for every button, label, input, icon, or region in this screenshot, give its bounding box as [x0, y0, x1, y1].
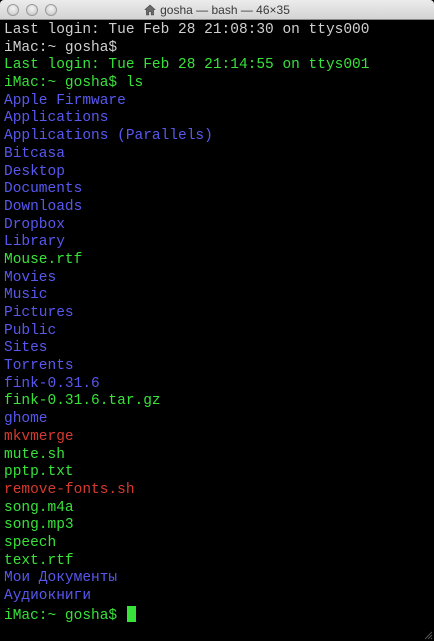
terminal-line: Applications — [4, 110, 109, 127]
terminal-line: fink-0.31.6.tar.gz — [4, 393, 161, 410]
terminal-line: song.m4a — [4, 499, 74, 516]
terminal-window: gosha — bash — 46×35 Last login: Tue Feb… — [0, 0, 434, 641]
terminal-line: mute.sh — [4, 446, 65, 463]
home-icon — [144, 4, 156, 16]
terminal-line: Downloads — [4, 198, 83, 215]
terminal-line: song.mp3 — [4, 517, 74, 534]
prompt-line[interactable]: iMac:~ gosha$ — [4, 605, 434, 624]
terminal-line: iMac:~ gosha$ — [4, 39, 118, 56]
terminal-line: Public — [4, 322, 57, 339]
terminal-line: Applications (Parallels) — [4, 128, 213, 145]
terminal-line: Last login: Tue Feb 28 21:08:30 on ttys0… — [4, 22, 370, 38]
terminal-line: pptp.txt — [4, 464, 74, 481]
terminal-line: Bitcasa — [4, 145, 65, 162]
terminal-line: Sites — [4, 340, 48, 357]
window-title-group: gosha — bash — 46×35 — [0, 0, 434, 20]
terminal-line: Аудиокниги — [4, 588, 92, 604]
terminal-line: text.rtf — [4, 552, 74, 569]
prompt-text: iMac:~ gosha$ — [4, 607, 126, 624]
terminal-line: Мои Документы — [4, 570, 118, 587]
terminal-line: Documents — [4, 181, 83, 198]
terminal-line: Movies — [4, 269, 57, 286]
terminal-line: Dropbox — [4, 216, 65, 233]
terminal-line: Music — [4, 287, 48, 304]
terminal-line: mkvmerge — [4, 428, 74, 445]
terminal-line: ghome — [4, 411, 48, 428]
terminal-output[interactable]: Last login: Tue Feb 28 21:08:30 on ttys0… — [0, 20, 434, 624]
terminal-line: Last login: Tue Feb 28 21:14:55 on ttys0… — [4, 57, 370, 74]
terminal-line: speech — [4, 534, 57, 551]
terminal-line: Torrents — [4, 358, 74, 375]
title-bar[interactable]: gosha — bash — 46×35 — [0, 0, 434, 20]
terminal-line: Desktop — [4, 163, 65, 180]
window-title: gosha — bash — 46×35 — [160, 3, 290, 17]
terminal-line: Apple Firmware — [4, 92, 126, 109]
resize-grip-icon[interactable] — [423, 630, 433, 640]
terminal-line: Library — [4, 234, 65, 251]
terminal-line: Pictures — [4, 305, 74, 321]
terminal-line: fink-0.31.6 — [4, 375, 100, 392]
terminal-line: remove-fonts.sh — [4, 481, 135, 498]
cursor — [126, 605, 136, 622]
terminal-line: iMac:~ gosha$ ls — [4, 75, 144, 92]
terminal-line: Mouse.rtf — [4, 251, 83, 268]
